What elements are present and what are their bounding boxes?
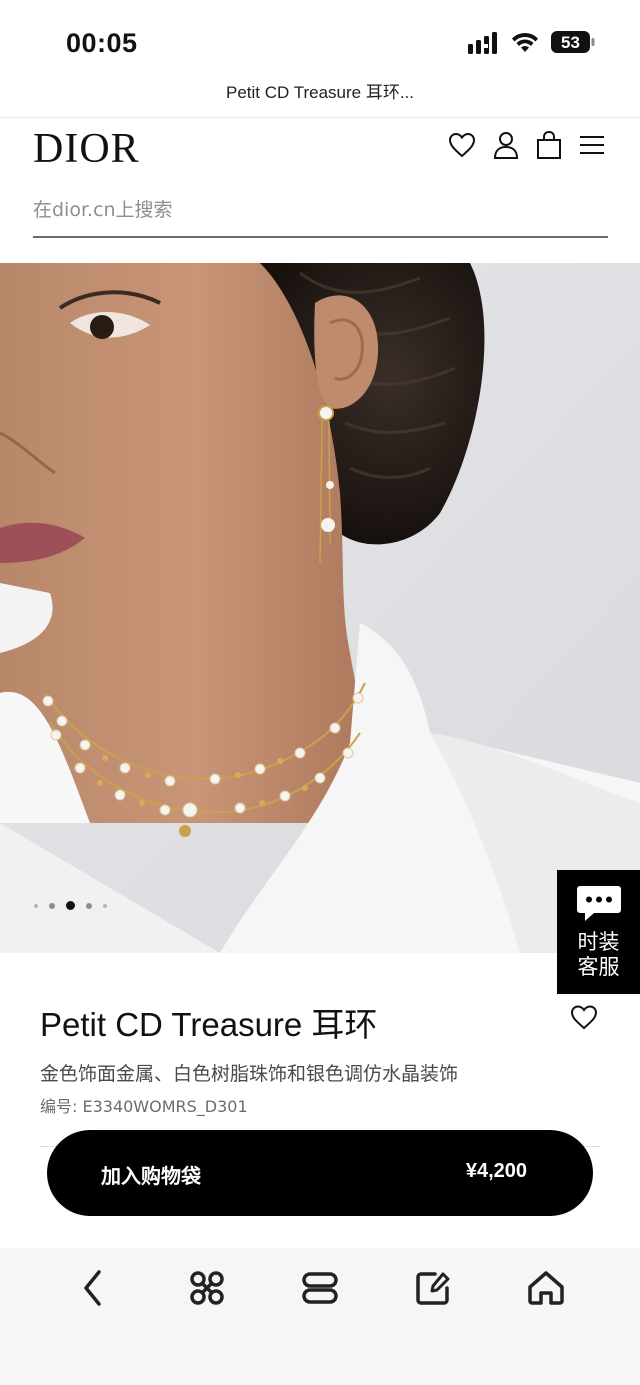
status-time: 00:05 — [66, 28, 138, 58]
battery-icon: 53 — [551, 31, 595, 53]
search-input[interactable] — [33, 190, 608, 230]
browser-tab-title[interactable]: Petit CD Treasure 耳环... — [0, 78, 640, 103]
battery-level: 53 — [561, 33, 580, 52]
chat-bubble-icon — [577, 886, 621, 921]
add-to-bag-button[interactable]: 加入购物袋 ¥4,200 — [47, 1130, 593, 1216]
pagination-dot[interactable] — [34, 903, 38, 908]
heart-icon[interactable] — [448, 130, 476, 160]
dior-logo[interactable]: DIOR — [33, 125, 140, 173]
site-header: DIOR — [0, 118, 640, 263]
product-gallery[interactable] — [0, 263, 640, 953]
product-name: Petit CD Treasure 耳环 — [40, 1006, 378, 1043]
pagination-dot-active[interactable] — [66, 901, 75, 910]
product-sku: 编号: E3340WOMRS_D301 — [40, 1097, 248, 1116]
product-price: ¥4,200 — [465, 1160, 527, 1182]
menu-icon[interactable] — [578, 130, 606, 160]
chat-label: 时装 客服 — [557, 930, 640, 980]
search-bar — [33, 190, 608, 238]
pagination-dot[interactable] — [49, 902, 55, 909]
command-icon[interactable] — [187, 1268, 227, 1308]
pagination-dot[interactable] — [86, 902, 92, 909]
chat-label-line1: 时装 — [577, 930, 620, 954]
favorite-heart-icon[interactable] — [570, 1004, 598, 1030]
home-icon[interactable] — [526, 1268, 566, 1308]
back-icon[interactable] — [74, 1268, 114, 1308]
browser-toolbar — [0, 1248, 640, 1385]
product-image — [0, 263, 640, 953]
edit-icon[interactable] — [413, 1268, 453, 1308]
chat-label-line2: 客服 — [577, 955, 620, 979]
pagination-dot[interactable] — [103, 903, 107, 908]
product-description: 金色饰面金属、白色树脂珠饰和银色调仿水晶装饰 — [40, 1063, 459, 1085]
cellular-signal-icon — [468, 32, 497, 54]
status-bar: 00:05 53 — [0, 0, 640, 70]
tabs-icon[interactable] — [300, 1268, 340, 1308]
shopping-bag-icon[interactable] — [535, 130, 563, 160]
customer-service-chat-button[interactable]: 时装 客服 — [557, 870, 640, 994]
account-icon[interactable] — [492, 130, 520, 160]
add-to-bag-label: 加入购物袋 — [101, 1164, 201, 1188]
gallery-pagination[interactable] — [34, 901, 107, 910]
wifi-icon — [512, 32, 538, 52]
